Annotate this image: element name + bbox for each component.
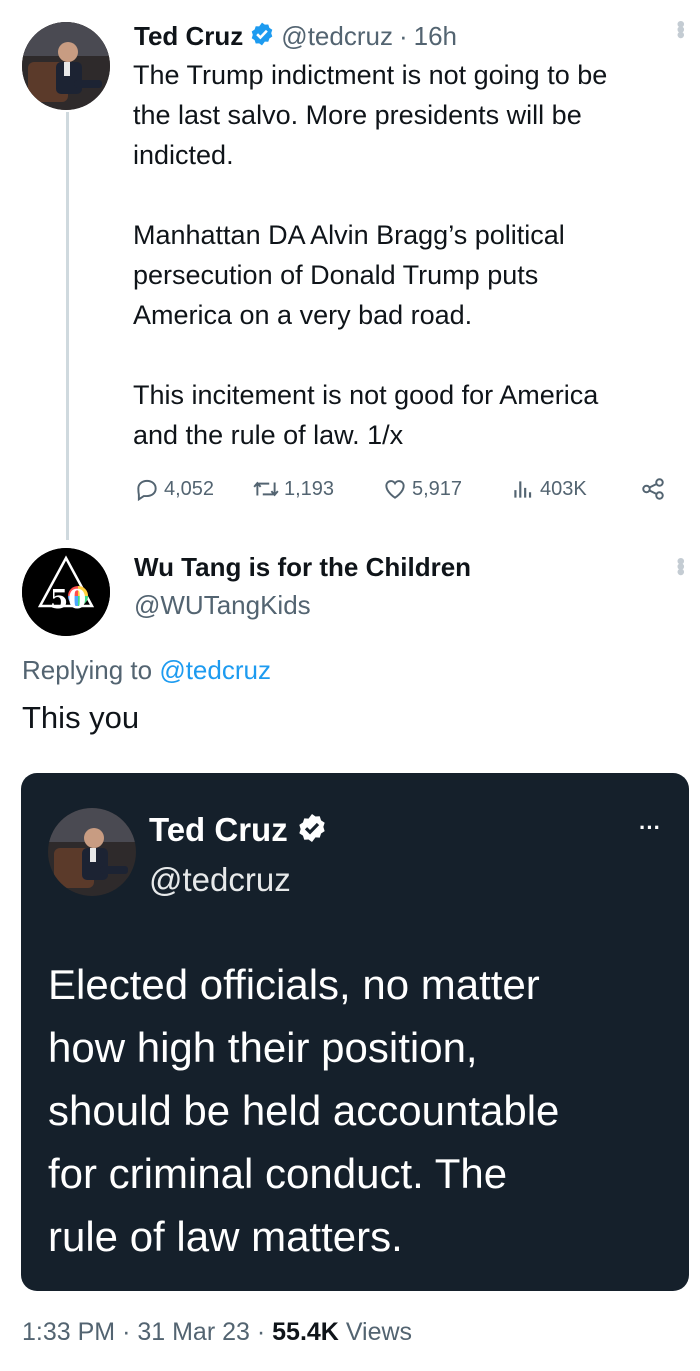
reply-more-options-icon[interactable]: ••• xyxy=(666,557,694,573)
replying-to-handle[interactable]: @tedcruz xyxy=(159,655,271,685)
verified-badge-icon xyxy=(249,21,275,52)
footer-time[interactable]: 1:33 PM xyxy=(22,1318,115,1346)
reply-count: 4,052 xyxy=(164,477,215,500)
retweet-count: 1,193 xyxy=(284,477,335,500)
heart-icon xyxy=(382,476,408,502)
retweet-button[interactable]: 1,193 xyxy=(252,476,382,502)
views-button[interactable]: 403K xyxy=(510,476,640,502)
share-button[interactable] xyxy=(640,476,666,502)
more-options-icon[interactable]: ••• xyxy=(666,20,694,36)
tweet-header: Ted Cruz @tedcruz · 16h xyxy=(134,19,457,53)
embedded-header: Ted Cruz xyxy=(149,811,328,849)
tweet-time[interactable]: 16h xyxy=(414,21,457,52)
replying-to-prefix: Replying to xyxy=(22,655,153,685)
embedded-more-icon: ··· xyxy=(639,815,661,840)
tweet-footer: 1:33 PM · 31 Mar 23 · 55.4K Views xyxy=(22,1318,412,1347)
reply-text: This you xyxy=(22,700,140,735)
wutang-50-logo-icon: 50 xyxy=(22,548,110,636)
embedded-author-handle: @tedcruz xyxy=(149,861,291,898)
svg-text:50: 50 xyxy=(50,585,86,615)
share-icon xyxy=(640,476,666,502)
footer-separator-2: · xyxy=(256,1318,266,1346)
reply-author-handle[interactable]: @WUTangKids xyxy=(134,590,311,621)
embedded-avatar xyxy=(48,808,136,896)
wutangkids-avatar[interactable]: 50 xyxy=(22,548,110,636)
footer-date[interactable]: 31 Mar 23 xyxy=(137,1318,250,1346)
footer-views-label: Views xyxy=(345,1318,413,1346)
embedded-tweet-image[interactable]: Ted Cruz @tedcruz ··· Elected officials,… xyxy=(21,773,689,1291)
reply-icon xyxy=(134,476,160,502)
views-chart-icon xyxy=(510,476,536,502)
embedded-avatar-image xyxy=(48,808,136,896)
header-separator: · xyxy=(398,20,408,51)
embedded-verified-badge-icon xyxy=(296,812,328,849)
views-count: 403K xyxy=(540,477,587,500)
thread-line xyxy=(66,112,69,540)
footer-views-count: 55.4K xyxy=(272,1318,339,1346)
like-count: 5,917 xyxy=(412,477,463,500)
tweet-text: The Trump indictment is not going to be … xyxy=(133,60,608,450)
embedded-tweet-text: Elected officials, no matter how high th… xyxy=(48,961,560,1260)
retweet-icon xyxy=(252,476,280,502)
tweet-actions: 4,052 1,193 5,917 403K xyxy=(134,472,674,506)
tedcruz-avatar[interactable] xyxy=(22,22,110,110)
footer-separator-1: · xyxy=(122,1318,131,1346)
author-handle[interactable]: @tedcruz xyxy=(281,21,393,52)
reply-author-name[interactable]: Wu Tang is for the Children xyxy=(134,552,471,583)
replying-to: Replying to @tedcruz xyxy=(22,655,271,686)
tedcruz-avatar-image xyxy=(22,22,110,110)
author-name[interactable]: Ted Cruz xyxy=(134,21,243,52)
embedded-author-name: Ted Cruz xyxy=(149,811,288,848)
reply-button[interactable]: 4,052 xyxy=(134,476,252,502)
like-button[interactable]: 5,917 xyxy=(382,476,510,502)
